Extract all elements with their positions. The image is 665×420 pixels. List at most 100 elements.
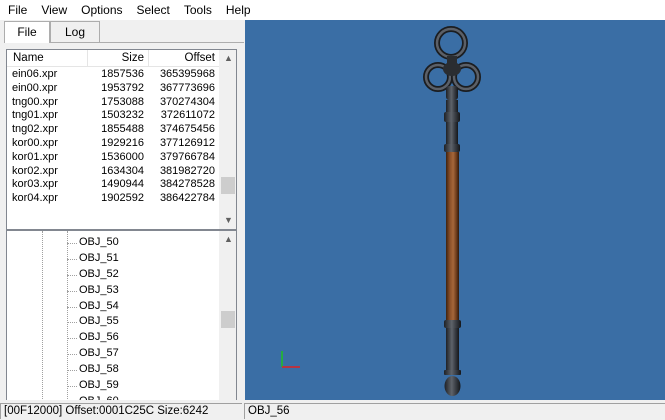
- column-header-offset[interactable]: Offset: [149, 50, 219, 67]
- tree-item[interactable]: OBJ_54: [7, 299, 219, 315]
- cell-name: kor03.xpr: [12, 178, 58, 191]
- staff-model: [281, 26, 481, 396]
- cell-offset: 377126912: [159, 136, 215, 149]
- tree-item-label: OBJ_54: [79, 299, 119, 312]
- tab-log[interactable]: Log: [50, 21, 100, 42]
- staff-head: [423, 26, 481, 100]
- tree-item-label: OBJ_58: [79, 363, 119, 376]
- tree-item[interactable]: OBJ_56: [7, 330, 219, 346]
- scrollbar-thumb[interactable]: [221, 177, 235, 195]
- table-row[interactable]: tng02.xpr 1855488 374675456: [7, 123, 219, 137]
- tab-file[interactable]: File: [4, 21, 50, 43]
- tree-item[interactable]: OBJ_55: [7, 314, 219, 330]
- file-list-scrollbar[interactable]: ▲ ▼: [219, 50, 236, 229]
- cell-size: 1634304: [101, 164, 144, 177]
- tree-branch-line: [67, 258, 77, 260]
- tree-scrollbar[interactable]: ▲ ▼: [219, 231, 236, 420]
- axis-gizmo-icon: [281, 351, 300, 368]
- tree-item-label: OBJ_59: [79, 379, 119, 392]
- cell-size: 1855488: [101, 123, 144, 136]
- cell-size: 1857536: [101, 68, 144, 80]
- column-header-name[interactable]: Name: [7, 50, 88, 67]
- staff-upper-grip: [444, 100, 460, 152]
- tree-branch-line: [67, 386, 77, 388]
- tree-item[interactable]: OBJ_59: [7, 378, 219, 394]
- left-panel: Log File Name Size Offset ein06.xpr 18575…: [0, 20, 244, 420]
- table-row[interactable]: ein06.xpr 1857536 365395968: [7, 68, 219, 82]
- cell-name: kor01.xpr: [12, 150, 58, 163]
- tree-item-label: OBJ_52: [79, 267, 119, 280]
- tree-branch-line: [67, 274, 77, 276]
- menu-file[interactable]: File: [0, 0, 34, 20]
- scroll-up-arrow-icon[interactable]: ▲: [220, 50, 236, 67]
- tree-branch-line: [67, 370, 77, 372]
- menu-help[interactable]: Help: [219, 0, 258, 20]
- cell-size: 1536000: [101, 150, 144, 163]
- tree-item-label: OBJ_57: [79, 347, 119, 360]
- scroll-down-arrow-icon[interactable]: ▼: [220, 212, 236, 229]
- cell-size: 1490944: [101, 178, 144, 191]
- file-list[interactable]: Name Size Offset ein06.xpr 1857536 3653959…: [6, 49, 237, 230]
- staff-lower-grip: [444, 320, 461, 396]
- table-row[interactable]: tng00.xpr 1753088 370274304: [7, 96, 219, 110]
- cell-offset: 374675456: [159, 123, 215, 136]
- menu-select[interactable]: Select: [130, 0, 177, 20]
- status-bar: [00F12000] Offset:0001C25C Size:6242 OBJ…: [0, 400, 665, 420]
- tree-item[interactable]: OBJ_50: [7, 235, 219, 251]
- status-selected-object: OBJ_56: [244, 403, 665, 419]
- menu-tools[interactable]: Tools: [177, 0, 219, 20]
- tree-item[interactable]: OBJ_57: [7, 346, 219, 362]
- tree-rows: OBJ_50 OBJ_51 OBJ_52 OBJ_53 OBJ_54 OBJ_55 OBJ_…: [7, 235, 219, 410]
- cell-name: kor04.xpr: [12, 192, 58, 205]
- cell-size: 1902592: [101, 192, 144, 205]
- staff-wooden-shaft: [446, 152, 459, 322]
- tree-item-label: OBJ_56: [79, 331, 119, 344]
- cell-size: 1503232: [101, 109, 144, 122]
- cell-name: kor02.xpr: [12, 164, 58, 177]
- cell-size: 1953792: [101, 81, 144, 94]
- scrollbar-thumb[interactable]: [221, 311, 235, 329]
- cell-offset: 367773696: [159, 81, 215, 94]
- table-row[interactable]: kor01.xpr 1536000 379766784: [7, 151, 219, 165]
- tree-branch-line: [67, 354, 77, 356]
- menu-bar: File View Options Select Tools Help: [0, 0, 665, 20]
- object-tree[interactable]: OBJ_50 OBJ_51 OBJ_52 OBJ_53 OBJ_54 OBJ_55 OBJ_…: [6, 230, 237, 420]
- tree-item-label: OBJ_55: [79, 315, 119, 328]
- menu-options[interactable]: Options: [74, 0, 129, 20]
- tree-branch-line: [67, 322, 77, 324]
- file-list-rows: ein06.xpr 1857536 365395968 ein00.xpr 195379…: [7, 68, 219, 206]
- table-row[interactable]: kor00.xpr 1929216 377126912: [7, 137, 219, 151]
- tree-item[interactable]: OBJ_52: [7, 267, 219, 283]
- tree-item-label: OBJ_51: [79, 251, 119, 264]
- cell-name: ein06.xpr: [12, 68, 58, 80]
- tree-item[interactable]: OBJ_51: [7, 251, 219, 267]
- tree-item-label: OBJ_50: [79, 236, 119, 248]
- cell-offset: 372611072: [160, 109, 215, 122]
- cell-name: tng01.xpr: [12, 109, 58, 122]
- cell-offset: 384278528: [159, 178, 215, 191]
- cell-offset: 386422784: [159, 192, 215, 205]
- column-header-size[interactable]: Size: [88, 50, 149, 67]
- cell-name: kor00.xpr: [12, 136, 58, 149]
- tree-item[interactable]: OBJ_58: [7, 362, 219, 378]
- cell-name: ein00.xpr: [12, 81, 58, 94]
- table-row[interactable]: ein00.xpr 1953792 367773696: [7, 82, 219, 96]
- table-row[interactable]: kor02.xpr 1634304 381982720: [7, 165, 219, 179]
- cell-size: 1929216: [101, 136, 144, 149]
- table-row[interactable]: kor03.xpr 1490944 384278528: [7, 178, 219, 192]
- cell-size: 1753088: [101, 95, 144, 108]
- scroll-up-arrow-icon[interactable]: ▲: [220, 231, 236, 248]
- tree-branch-line: [67, 306, 77, 308]
- cell-offset: 370274304: [159, 95, 215, 108]
- cell-offset: 365395968: [159, 68, 215, 80]
- tree-item[interactable]: OBJ_53: [7, 283, 219, 299]
- 3d-viewport[interactable]: [245, 20, 665, 400]
- cell-offset: 379766784: [159, 150, 215, 163]
- table-row[interactable]: tng01.xpr 1503232 372611072: [7, 109, 219, 123]
- tab-strip: Log File: [4, 21, 244, 43]
- file-list-header: Name Size Offset: [7, 50, 219, 67]
- cell-name: tng00.xpr: [12, 95, 58, 108]
- table-row[interactable]: kor04.xpr 1902592 386422784: [7, 192, 219, 206]
- tree-item-label: OBJ_53: [79, 283, 119, 296]
- menu-view[interactable]: View: [34, 0, 74, 20]
